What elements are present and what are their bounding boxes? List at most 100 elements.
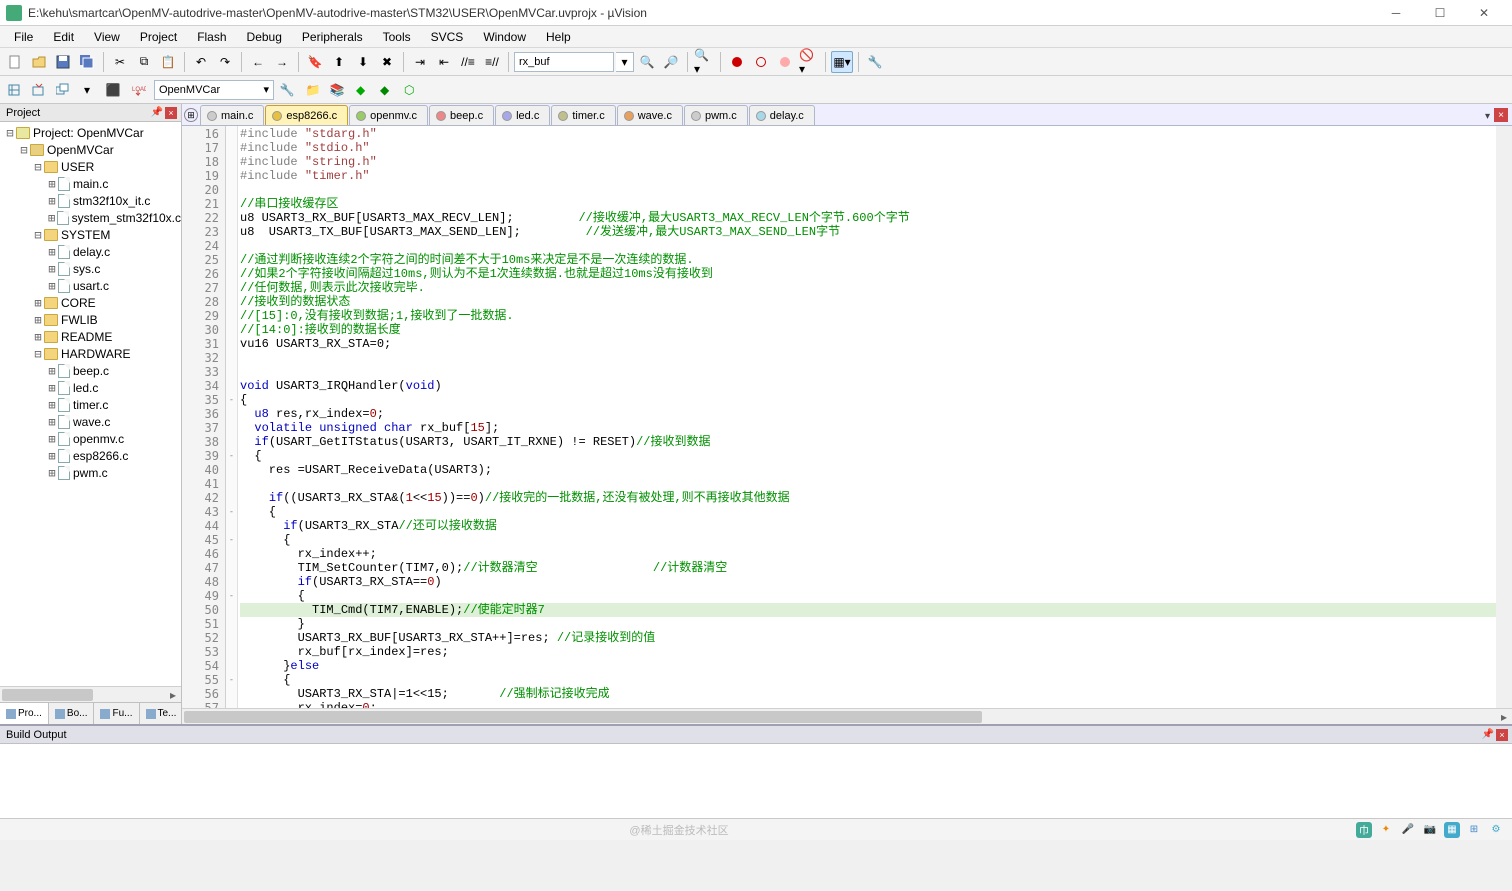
- tab-delay-c[interactable]: delay.c: [749, 105, 815, 125]
- redo-button[interactable]: ↷: [214, 51, 236, 73]
- tab-wave-c[interactable]: wave.c: [617, 105, 683, 125]
- file-esp8266-c[interactable]: ⊞esp8266.c: [0, 447, 181, 464]
- outdent-button[interactable]: ⇤: [433, 51, 455, 73]
- project-hscroll[interactable]: ◂ ▸: [0, 686, 181, 702]
- group-readme[interactable]: ⊞README: [0, 328, 181, 345]
- group-hardware[interactable]: ⊟HARDWARE: [0, 345, 181, 362]
- bookmark-clear-button[interactable]: ✖: [376, 51, 398, 73]
- tab-pwm-c[interactable]: pwm.c: [684, 105, 748, 125]
- tab-openmv-c[interactable]: openmv.c: [349, 105, 428, 125]
- cut-button[interactable]: ✂: [109, 51, 131, 73]
- breakpoint-kill-button[interactable]: 🚫▾: [798, 51, 820, 73]
- new-file-button[interactable]: [4, 51, 26, 73]
- menu-file[interactable]: File: [4, 28, 43, 46]
- close-panel-button[interactable]: ×: [165, 107, 177, 119]
- window-layout-button[interactable]: ▦▾: [831, 51, 853, 73]
- tab-nav-arrow[interactable]: ▾: [1485, 111, 1490, 122]
- project-target[interactable]: ⊟OpenMVCar: [0, 141, 181, 158]
- status-icon[interactable]: 🎤: [1400, 822, 1416, 838]
- find-input[interactable]: [514, 52, 614, 72]
- pin-icon[interactable]: 📌: [151, 107, 163, 118]
- incr-search-button[interactable]: 🔎: [660, 51, 682, 73]
- scroll-thumb[interactable]: [2, 689, 93, 701]
- uncomment-button[interactable]: ≡//: [481, 51, 503, 73]
- tab-led-c[interactable]: led.c: [495, 105, 550, 125]
- manage-books-button[interactable]: 📚: [326, 79, 348, 101]
- breakpoint-insert-button[interactable]: [726, 51, 748, 73]
- fold-all-button[interactable]: ⊞: [184, 108, 198, 122]
- close-panel-button[interactable]: ×: [1496, 729, 1508, 741]
- minimize-button[interactable]: ─: [1374, 1, 1418, 25]
- editor-vscroll[interactable]: [1496, 126, 1512, 708]
- editor-hscroll[interactable]: ◂ ▸: [182, 708, 1512, 724]
- tab-esp8266-c[interactable]: esp8266.c: [265, 105, 348, 125]
- download-button[interactable]: LOAD: [128, 79, 150, 101]
- tab-timer-c[interactable]: timer.c: [551, 105, 615, 125]
- code-text[interactable]: #include "stdarg.h"#include "stdio.h"#in…: [238, 126, 1512, 708]
- project-tab-0[interactable]: Pro...: [0, 703, 49, 724]
- menu-window[interactable]: Window: [473, 28, 536, 46]
- configure-button[interactable]: 🔧: [864, 51, 886, 73]
- menu-flash[interactable]: Flash: [187, 28, 236, 46]
- menu-svcs[interactable]: SVCS: [421, 28, 474, 46]
- code-editor[interactable]: 1617181920212223242526272829303132333435…: [182, 126, 1512, 708]
- tab-main-c[interactable]: main.c: [200, 105, 264, 125]
- bookmark-prev-button[interactable]: ⬆: [328, 51, 350, 73]
- file-wave-c[interactable]: ⊞wave.c: [0, 413, 181, 430]
- close-tab-button[interactable]: ×: [1494, 108, 1508, 122]
- maximize-button[interactable]: ☐: [1418, 1, 1462, 25]
- scroll-thumb[interactable]: [184, 711, 982, 723]
- status-icon[interactable]: ✦: [1378, 822, 1394, 838]
- file-beep-c[interactable]: ⊞beep.c: [0, 362, 181, 379]
- scroll-right-arrow[interactable]: ▸: [1496, 709, 1512, 725]
- project-tab-2[interactable]: Fu...: [94, 703, 139, 724]
- nav-back-button[interactable]: ←: [247, 51, 269, 73]
- file-timer-c[interactable]: ⊞timer.c: [0, 396, 181, 413]
- status-icon[interactable]: ▦: [1444, 822, 1460, 838]
- open-file-button[interactable]: [28, 51, 50, 73]
- file-sys-c[interactable]: ⊞sys.c: [0, 260, 181, 277]
- save-button[interactable]: [52, 51, 74, 73]
- file-led-c[interactable]: ⊞led.c: [0, 379, 181, 396]
- group-core[interactable]: ⊞CORE: [0, 294, 181, 311]
- bookmark-button[interactable]: 🔖: [304, 51, 326, 73]
- select-packs-button[interactable]: ◆: [376, 79, 398, 101]
- tab-beep-c[interactable]: beep.c: [429, 105, 494, 125]
- menu-tools[interactable]: Tools: [373, 28, 421, 46]
- menu-peripherals[interactable]: Peripherals: [292, 28, 373, 46]
- menu-help[interactable]: Help: [536, 28, 581, 46]
- find-dropdown[interactable]: ▾: [616, 52, 634, 72]
- close-button[interactable]: ✕: [1462, 1, 1506, 25]
- stop-build-button[interactable]: ⬛: [102, 79, 124, 101]
- status-icon[interactable]: 📷: [1422, 822, 1438, 838]
- menu-edit[interactable]: Edit: [43, 28, 84, 46]
- batch-build-button[interactable]: ▾: [76, 79, 98, 101]
- file-delay-c[interactable]: ⊞delay.c: [0, 243, 181, 260]
- save-all-button[interactable]: [76, 51, 98, 73]
- group-fwlib[interactable]: ⊞FWLIB: [0, 311, 181, 328]
- build-output-text[interactable]: [0, 744, 1512, 818]
- manage-project-button[interactable]: 📁: [302, 79, 324, 101]
- project-tab-3[interactable]: Te...: [140, 703, 184, 724]
- menu-project[interactable]: Project: [130, 28, 187, 46]
- manage-components-button[interactable]: ◆: [352, 79, 374, 101]
- file-stm32f10x_it-c[interactable]: ⊞stm32f10x_it.c: [0, 192, 181, 209]
- translate-button[interactable]: [4, 79, 26, 101]
- file-main-c[interactable]: ⊞main.c: [0, 175, 181, 192]
- pack-installer-button[interactable]: ⬡: [400, 79, 422, 101]
- bookmark-next-button[interactable]: ⬇: [352, 51, 374, 73]
- breakpoint-disable-button[interactable]: [774, 51, 796, 73]
- rebuild-button[interactable]: [52, 79, 74, 101]
- status-icon[interactable]: ⊞: [1466, 822, 1482, 838]
- status-icon[interactable]: ⚙: [1488, 822, 1504, 838]
- options-button[interactable]: 🔧: [276, 79, 298, 101]
- pin-icon[interactable]: 📌: [1482, 729, 1494, 740]
- file-system_stm32f10x-c[interactable]: ⊞system_stm32f10x.c: [0, 209, 181, 226]
- menu-view[interactable]: View: [84, 28, 130, 46]
- build-button[interactable]: [28, 79, 50, 101]
- undo-button[interactable]: ↶: [190, 51, 212, 73]
- project-tree[interactable]: ⊟Project: OpenMVCar⊟OpenMVCar⊟USER⊞main.…: [0, 122, 181, 686]
- copy-button[interactable]: ⧉: [133, 51, 155, 73]
- breakpoint-enable-button[interactable]: [750, 51, 772, 73]
- file-openmv-c[interactable]: ⊞openmv.c: [0, 430, 181, 447]
